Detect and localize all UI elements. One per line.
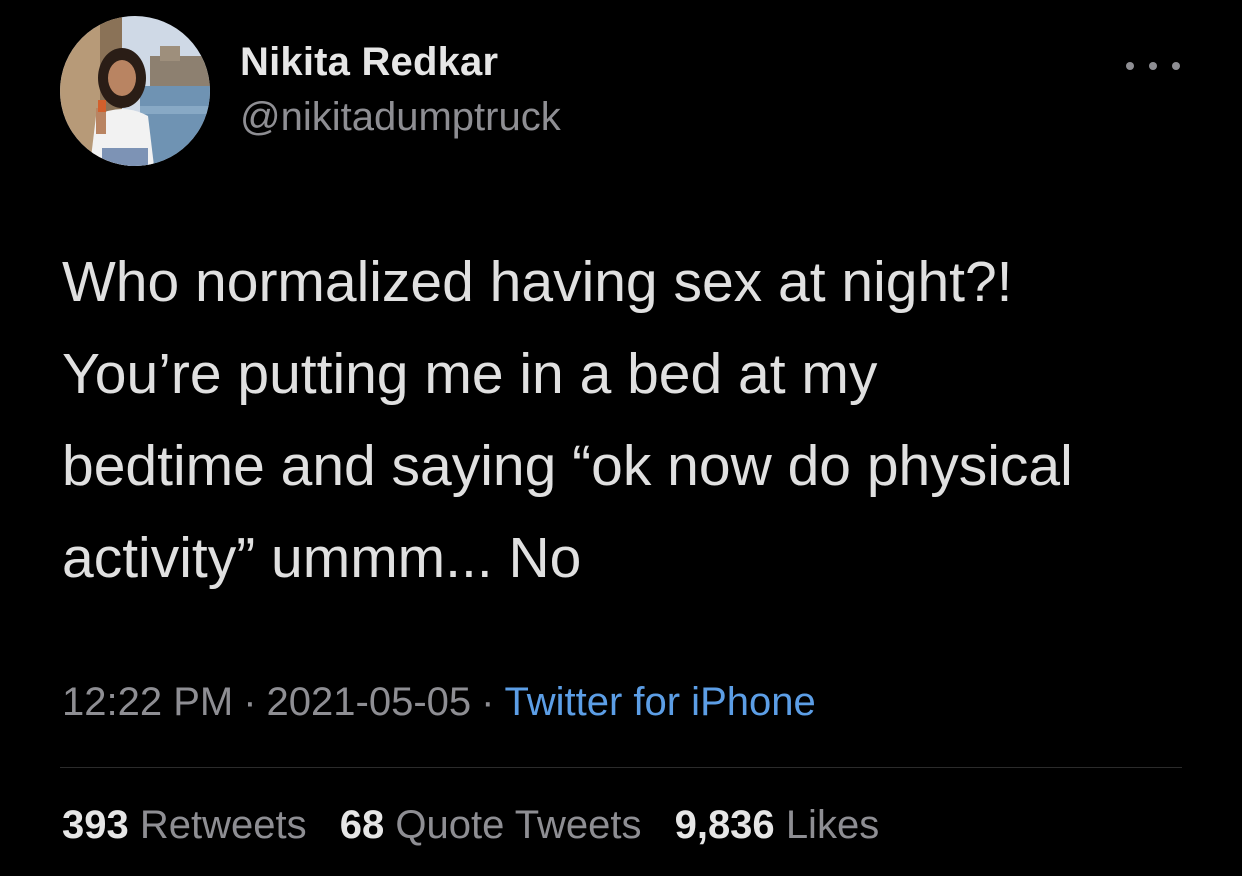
more-dot xyxy=(1149,62,1157,70)
author-handle[interactable]: @nikitadumptruck xyxy=(240,95,561,140)
avatar[interactable] xyxy=(60,16,210,166)
meta-separator: · xyxy=(481,680,495,724)
quote-tweets-count: 68 xyxy=(339,803,385,847)
tweet-text-line: Who normalized having sex at night?! xyxy=(62,250,1013,314)
quote-tweets-stat[interactable]: 68 Quote Tweets xyxy=(340,803,642,847)
tweet-text-line: bedtime and saying “ok now do physical xyxy=(62,434,1073,498)
tweet-text: Who normalized having sex at night?! You… xyxy=(62,236,1202,604)
retweets-count: 393 xyxy=(62,803,129,847)
author-name[interactable]: Nikita Redkar xyxy=(240,40,498,85)
more-options-icon[interactable] xyxy=(1126,52,1180,80)
tweet-time[interactable]: 12:22 PM xyxy=(62,680,233,724)
meta-separator: · xyxy=(243,680,257,724)
divider xyxy=(60,767,1182,768)
retweets-label: Retweets xyxy=(139,803,307,847)
retweets-stat[interactable]: 393 Retweets xyxy=(62,803,307,847)
likes-label: Likes xyxy=(785,803,880,847)
likes-count: 9,836 xyxy=(674,803,775,847)
more-dot xyxy=(1126,62,1134,70)
tweet-source-link[interactable]: Twitter for iPhone xyxy=(504,680,815,724)
tweet-meta: 12:22 PM · 2021-05-05 · Twitter for iPhone xyxy=(62,680,816,725)
tweet-text-line: activity” ummm... No xyxy=(62,526,582,590)
likes-stat[interactable]: 9,836 Likes xyxy=(675,803,880,847)
tweet-date[interactable]: 2021-05-05 xyxy=(267,680,472,724)
avatar-photo xyxy=(60,16,210,166)
tweet-stats: 393 Retweets 68 Quote Tweets 9,836 Likes xyxy=(62,803,901,848)
more-dot xyxy=(1172,62,1180,70)
tweet-text-line: You’re putting me in a bed at my xyxy=(62,342,878,406)
tweet-card: Nikita Redkar @nikitadumptruck Who norma… xyxy=(0,0,1242,876)
quote-tweets-label: Quote Tweets xyxy=(395,803,642,847)
